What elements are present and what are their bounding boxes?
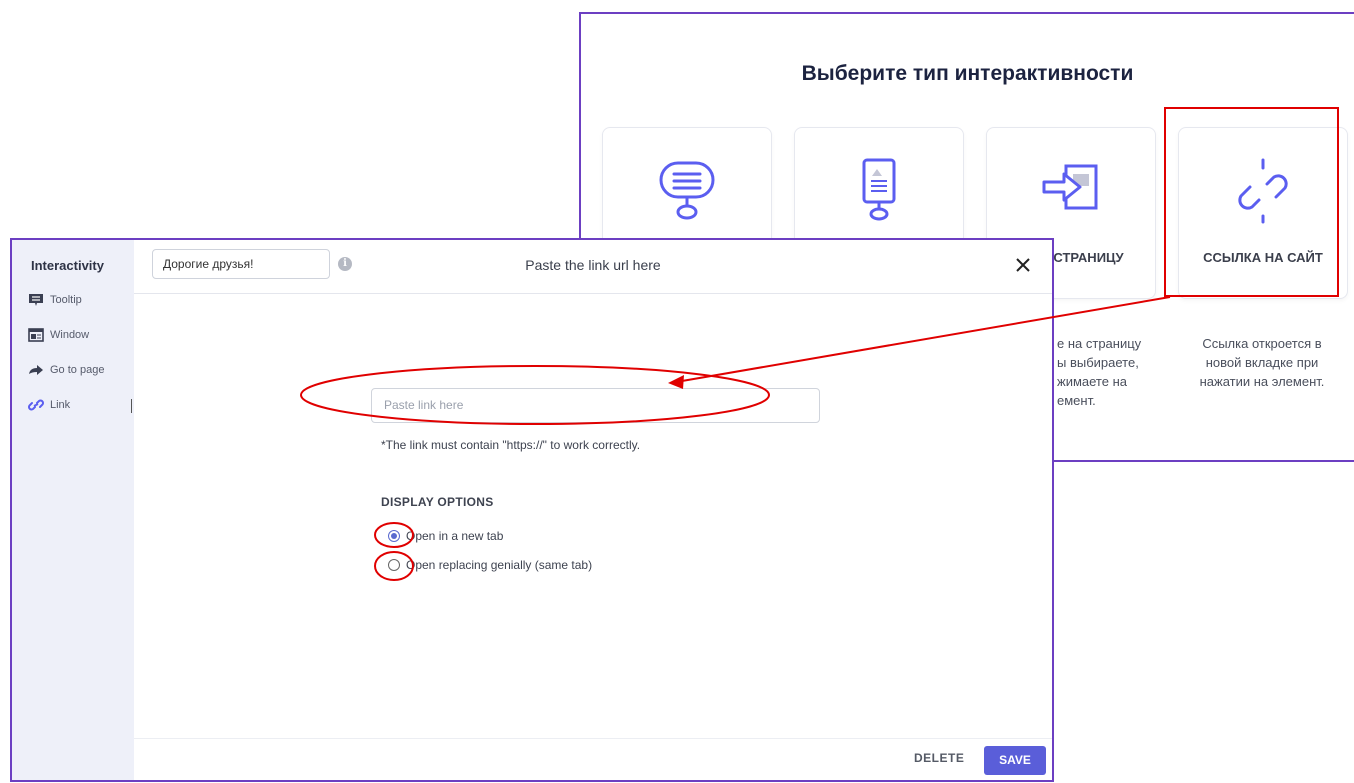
active-indicator bbox=[131, 399, 132, 413]
sidebar-item-label: Link bbox=[50, 399, 71, 411]
dialog-header: Дорогие друзья! i Paste the link url her… bbox=[134, 240, 1052, 294]
option-new-tab[interactable]: Open in a new tab bbox=[388, 529, 503, 543]
card-label: ССЫЛКА НА САЙТ bbox=[1203, 250, 1323, 265]
option-label: Open in a new tab bbox=[406, 529, 504, 543]
link-dialog: Interactivity Tooltip Window Go to page … bbox=[10, 238, 1054, 782]
sidebar-item-window[interactable]: Window bbox=[28, 326, 89, 344]
option-same-tab[interactable]: Open replacing genially (same tab) bbox=[388, 558, 592, 572]
close-icon[interactable] bbox=[1010, 252, 1036, 278]
panel-title: Выберите тип интерактивности bbox=[801, 62, 1134, 85]
go-to-page-icon bbox=[1042, 164, 1098, 210]
radio-button[interactable] bbox=[388, 559, 400, 571]
go-to-page-description: е на страницу ы выбираете, жимаете на ем… bbox=[1057, 336, 1142, 408]
arrow-right-icon bbox=[28, 363, 44, 377]
sidebar-title: Interactivity bbox=[31, 258, 104, 273]
dialog-title: Paste the link url here bbox=[525, 257, 661, 273]
display-options-title: DISPLAY OPTIONS bbox=[381, 495, 494, 509]
tooltip-bubble-icon bbox=[659, 161, 715, 220]
link-hint: *The link must contain "https://" to wor… bbox=[381, 438, 641, 452]
delete-button[interactable]: DELETE bbox=[914, 751, 964, 765]
sidebar-item-link[interactable]: Link bbox=[28, 396, 70, 414]
link-card[interactable]: ССЫЛКА НА САЙТ bbox=[1178, 127, 1348, 299]
interactivity-sidebar: Interactivity Tooltip Window Go to page … bbox=[12, 240, 134, 780]
tooltip-icon bbox=[28, 293, 44, 307]
link-chain-icon bbox=[1238, 158, 1288, 224]
window-icon bbox=[28, 328, 44, 342]
sidebar-item-label: Go to page bbox=[50, 364, 105, 376]
link-url-input[interactable]: Paste link here bbox=[371, 388, 820, 423]
sidebar-item-tooltip[interactable]: Tooltip bbox=[28, 291, 82, 309]
option-label: Open replacing genially (same tab) bbox=[406, 558, 593, 572]
radio-button-selected[interactable] bbox=[388, 530, 400, 542]
sidebar-item-label: Window bbox=[50, 329, 90, 341]
link-icon bbox=[28, 398, 44, 412]
link-description: Ссылка откроется в новой вкладке при наж… bbox=[1199, 336, 1325, 389]
window-card-icon bbox=[862, 158, 896, 221]
sidebar-item-label: Tooltip bbox=[50, 294, 82, 306]
sidebar-item-go-to-page[interactable]: Go to page bbox=[28, 361, 104, 379]
save-button[interactable]: SAVE bbox=[984, 746, 1046, 775]
dialog-footer: DELETE SAVE bbox=[134, 738, 1052, 781]
